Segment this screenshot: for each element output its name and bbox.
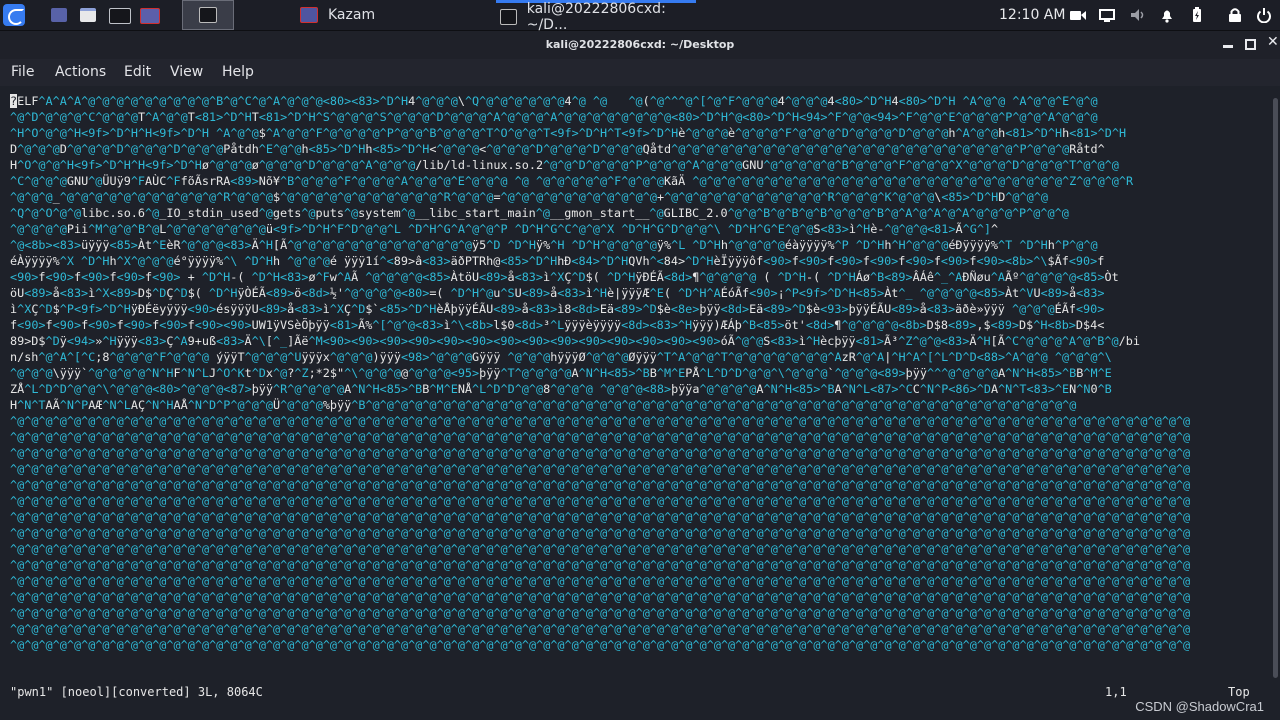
buffer-line: ^@^@^@^@^@^@^@^@^@^@^@^@^@^@^@^@^@^@^@^@… (10, 430, 1191, 444)
buffer-line: ^@^@^@^@^@^@^@^@^@^@^@^@^@^@^@^@^@^@^@^@… (10, 558, 1191, 572)
top-panel: Kazam kali@20222806cxd: ~/D... 12:10 AM (0, 0, 1280, 33)
vim-scroll-position: Top (1228, 685, 1250, 699)
watermark: CSDN @ShadowCra1 (1135, 699, 1264, 714)
vim-buffer[interactable]: ?ELF^A^A^A^@^@^@^@^@^@^@^@^@^B^@^C^@^A^@… (10, 93, 1250, 653)
vim-status-line: "pwn1" [noeol][converted] 3L, 8064C 1,1 … (10, 685, 1250, 701)
camera-icon[interactable] (1069, 7, 1086, 23)
buffer-line: ì^XÇ^D$^P<9f>^D^HÿÐÉëyÿÿÿ<90>ésÿÿÿU<89>å… (10, 302, 1105, 316)
taskbar-terminal-window-button[interactable]: kali@20222806cxd: ~/D... (496, 0, 696, 33)
buffer-line: ^Q^@^O^@^@libc.so.6^@_IO_stdin_used^@get… (10, 206, 1069, 220)
menu-actions[interactable]: Actions (55, 64, 106, 80)
buffer-line: f<90>f<90>f<90>f<90>f<90>f<90><90>UW1ÿVS… (10, 318, 1105, 332)
show-desktop-icon[interactable] (51, 8, 67, 22)
buffer-line: H^N^TAÃ^N^PAÆ^N^LAÇ^N^HAÅ^N^D^P^@^@^@Ü^@… (10, 398, 1077, 412)
menu-bar: File Actions Edit View Help (0, 59, 1280, 86)
buffer-line: ^@^@^@^@^@^@^@^@^@^@^@^@^@^@^@^@^@^@^@^@… (10, 590, 1191, 604)
buffer-line: ^@^@^@^@Pii^M^@^@^B^@L^@^@^@^@^@^@^@ü<9f… (10, 222, 999, 236)
buffer-line: éÀÿÿÿÿ%^X ^D^Hh^X^@^@^@é°ÿÿÿÿ%^\ ^D^Hh ^… (10, 254, 1105, 268)
bell-icon[interactable] (1159, 7, 1175, 23)
buffer-line: ^H^O^@^@^H<9f>^D^H^H<9f>^D^H ^A^@^@$^A^@… (10, 126, 1127, 140)
buffer-line: ^C^@^@^@GNU^@ÜUÿ9^FAÙC^FfõÃsrRA<89>Nõ¥^B… (10, 174, 1134, 188)
terminal-launcher-icon[interactable] (109, 8, 131, 24)
buffer-line: öU<89>å<83>ì^X<89>D$^DÇ^D$( ^D^HÿÒÉÃ<89>… (10, 286, 1105, 300)
buffer-line: ^@^@^@^@^@^@^@^@^@^@^@^@^@^@^@^@^@^@^@^@… (10, 526, 1191, 540)
buffer-line: 89>D$^Dÿ<94>»^Hÿÿÿ<83>Ç^A9+uß<83>Ä^\[^_]… (10, 334, 1140, 348)
buffer-line: ^@^@^@^@^@^@^@^@^@^@^@^@^@^@^@^@^@^@^@^@… (10, 606, 1191, 620)
menu-edit[interactable]: Edit (124, 64, 151, 80)
buffer-line: H^O^@^@^H<9f>^D^H^H<9f>^D^Hø^@^@^@ø^@^@^… (10, 158, 1119, 172)
menu-help[interactable]: Help (222, 64, 254, 80)
terminal-icon (500, 8, 517, 25)
buffer-line: ^@^@^@\ÿÿÿ`^@^@^@^@^N^HF^N^LJ^O^Kt^Dx^@?… (10, 366, 1112, 380)
vim-cursor-position: 1,1 (1105, 685, 1127, 699)
buffer-line: ^@^@^@^@^@^@^@^@^@^@^@^@^@^@^@^@^@^@^@^@… (10, 414, 1191, 428)
window-titlebar[interactable]: kali@20222806cxd: ~/Desktop ✕ (0, 31, 1280, 59)
taskbar-kazam-label: Kazam (328, 7, 376, 23)
scrollbar[interactable] (1270, 86, 1280, 720)
buffer-line: ^@^@^@^@^@^@^@^@^@^@^@^@^@^@^@^@^@^@^@^@… (10, 542, 1191, 556)
buffer-line: ^@^@^@^@^@^@^@^@^@^@^@^@^@^@^@^@^@^@^@^@… (10, 446, 1191, 460)
terminal-area[interactable]: ?ELF^A^A^A^@^@^@^@^@^@^@^@^@^B^@^C^@^A^@… (0, 86, 1280, 720)
buffer-line: <90>f<90>f<90>f<90>f<90> + ^D^H-( ^D^H<8… (10, 270, 1119, 284)
file-manager-icon[interactable] (80, 8, 96, 22)
taskbar-terminal-label: kali@20222806cxd: ~/D... (526, 0, 666, 33)
buffer-line: ^@^@^@^@^@^@^@^@^@^@^@^@^@^@^@^@^@^@^@^@… (10, 510, 1191, 524)
buffer-line: n/sh^@^A^[^C;8^@^@^@^F^@^@^@ ýÿÿT^@^@^@^… (10, 350, 1112, 364)
clock[interactable]: 12:10 AM (999, 0, 1065, 30)
buffer-line: ^@<8b><83>üÿÿÿ<85>Àt^EèR^@^@^@<83>Ä^H[Ã^… (10, 238, 1098, 252)
scrollbar-thumb[interactable] (1273, 98, 1278, 678)
menu-file[interactable]: File (11, 64, 34, 80)
buffer-line: ^@^@^@^@^@^@^@^@^@^@^@^@^@^@^@^@^@^@^@^@… (10, 478, 1191, 492)
screen-icon[interactable] (1099, 7, 1115, 23)
lock-icon[interactable] (1227, 7, 1243, 23)
volume-icon[interactable] (1129, 7, 1145, 23)
buffer-line: ?ELF^A^A^A^@^@^@^@^@^@^@^@^@^B^@^C^@^A^@… (10, 94, 1098, 108)
vim-file-info: "pwn1" [noeol][converted] 3L, 8064C (10, 685, 263, 699)
buffer-line: D^@^@^@D^@^@^@^D^@^@^@^D^@^@^@Påtdh^E^@^… (10, 142, 1105, 156)
power-icon[interactable] (1256, 7, 1272, 24)
buffer-line: ^@^@^@^@^@^@^@^@^@^@^@^@^@^@^@^@^@^@^@^@… (10, 462, 1191, 476)
menu-view[interactable]: View (170, 64, 203, 80)
minimize-icon[interactable] (1223, 45, 1233, 48)
terminal-icon (199, 7, 217, 23)
battery-icon[interactable] (1189, 7, 1205, 23)
kali-menu-icon[interactable] (2, 3, 26, 27)
maximize-icon[interactable] (1245, 39, 1256, 50)
buffer-line: ^@^@^@^@^@^@^@^@^@^@^@^@^@^@^@^@^@^@^@^@… (10, 622, 1191, 636)
kazam-icon (300, 7, 318, 23)
buffer-line: ^@^@^@^@^@^@^@^@^@^@^@^@^@^@^@^@^@^@^@^@… (10, 574, 1191, 588)
buffer-line: ^@^@^@^@^@^@^@^@^@^@^@^@^@^@^@^@^@^@^@^@… (10, 494, 1191, 508)
close-icon[interactable]: ✕ (1267, 35, 1279, 49)
window-title: kali@20222806cxd: ~/Desktop (545, 38, 735, 51)
buffer-line: ^@^@^@^@^@^@^@^@^@^@^@^@^@^@^@^@^@^@^@^@… (10, 638, 1191, 652)
taskbar-terminal-button[interactable] (182, 0, 234, 30)
taskbar-kazam-button[interactable]: Kazam (300, 0, 375, 30)
buffer-line: ^@^D^@^@^@^C^@^@^@T^A^@^@T<81>^D^HT<81>^… (10, 110, 1098, 124)
buffer-line: ZÅ^L^D^D^@^@^\^@^@^@<80>^@^@^@<87>þÿÿ^R^… (10, 382, 1112, 396)
buffer-line: ^@^@^@_^@^@^@^@^@^@^@^@^@^@^@^R^@^@^@$^@… (10, 190, 1048, 204)
kazam-launcher-icon[interactable] (140, 8, 160, 24)
